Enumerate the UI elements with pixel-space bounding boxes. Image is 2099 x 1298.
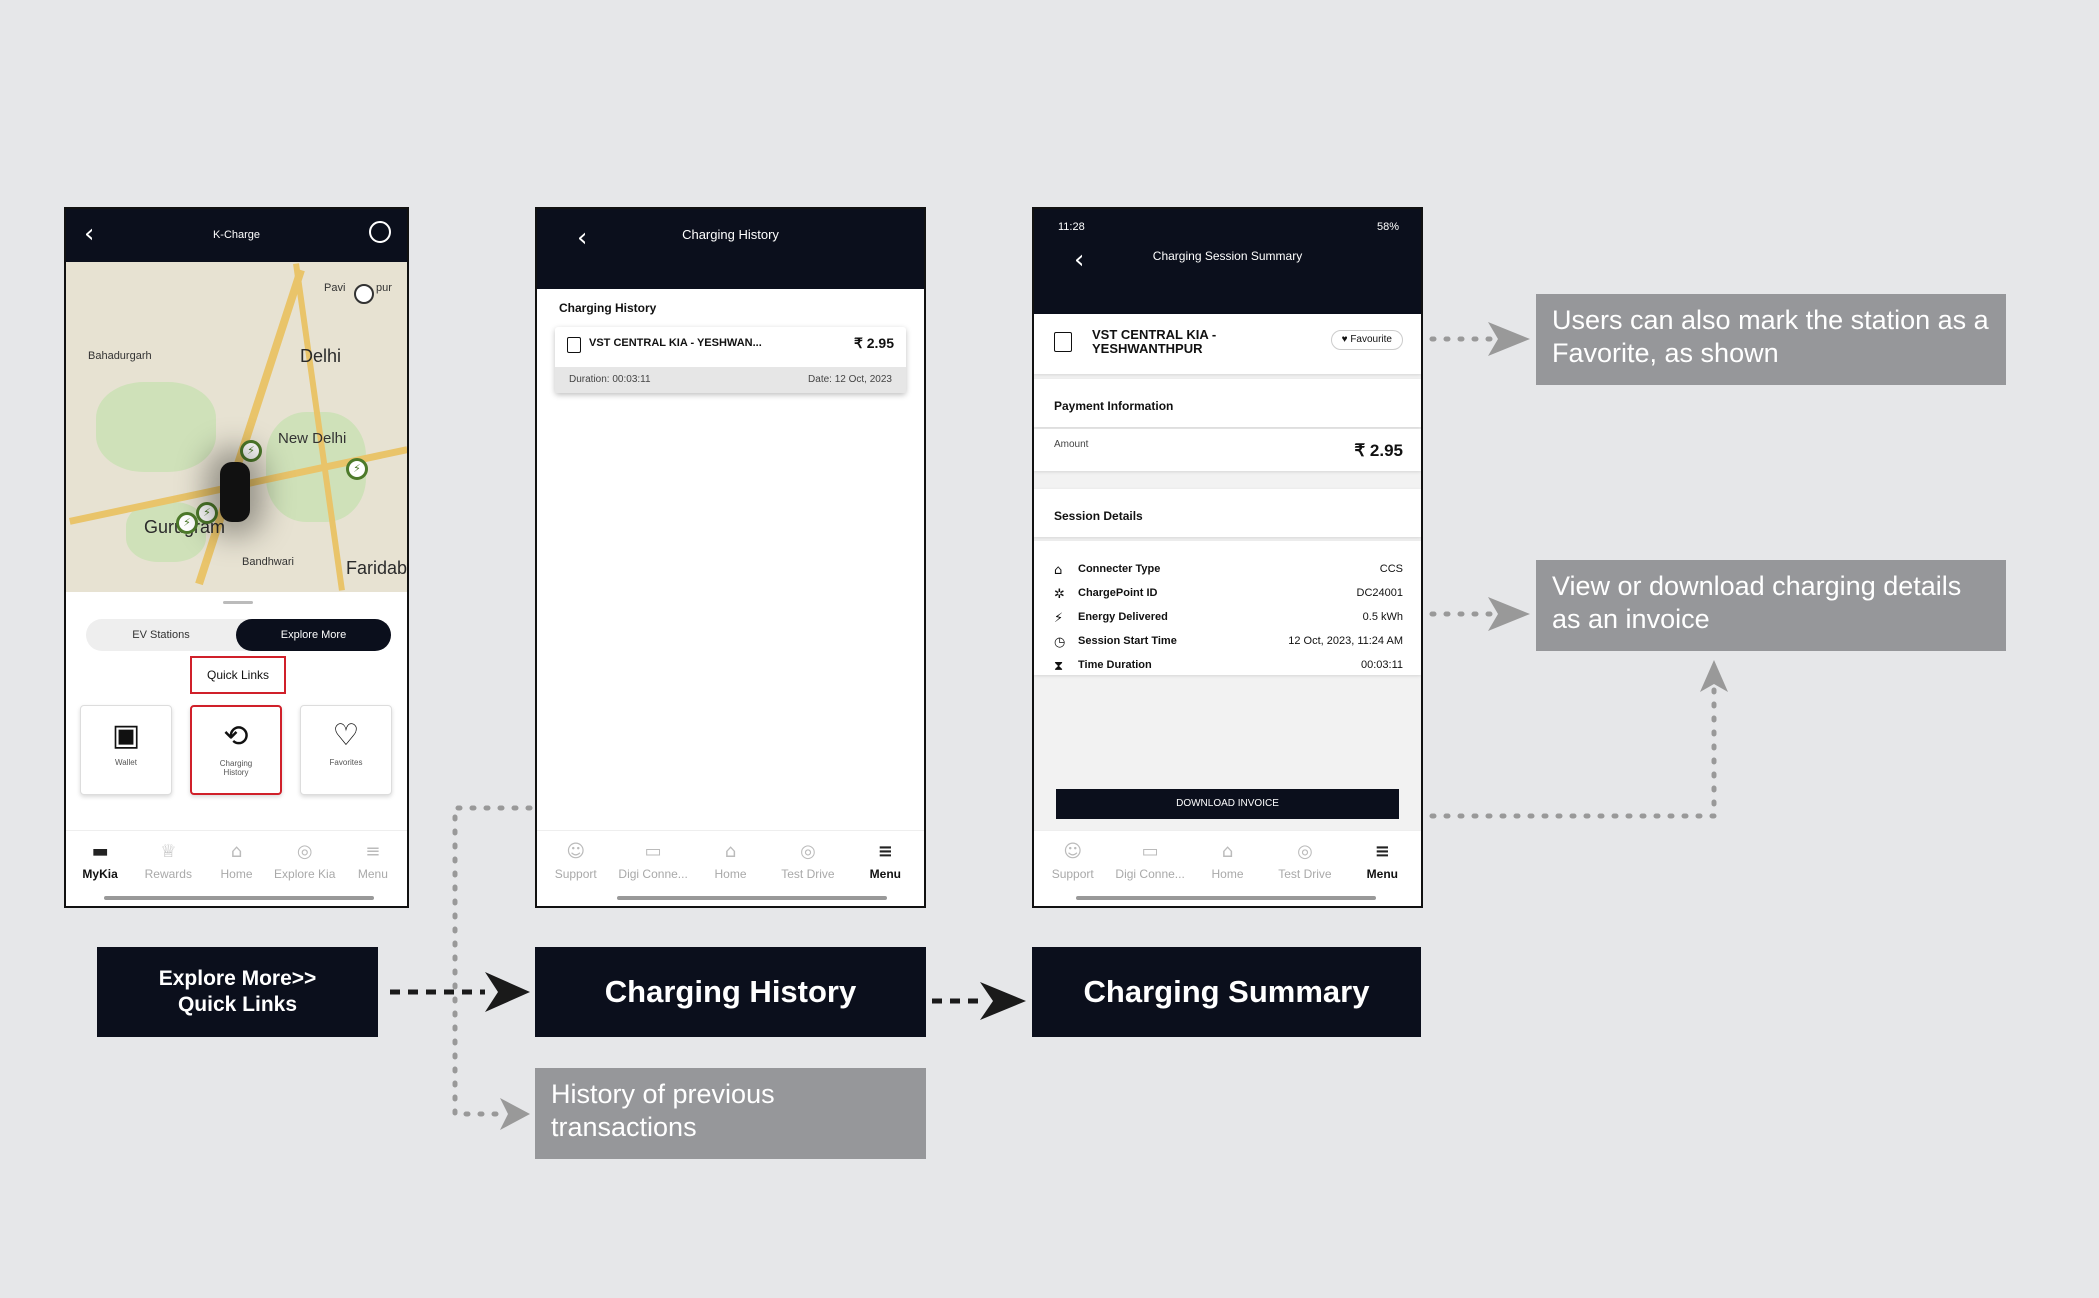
flow-arrows <box>390 322 1728 1130</box>
